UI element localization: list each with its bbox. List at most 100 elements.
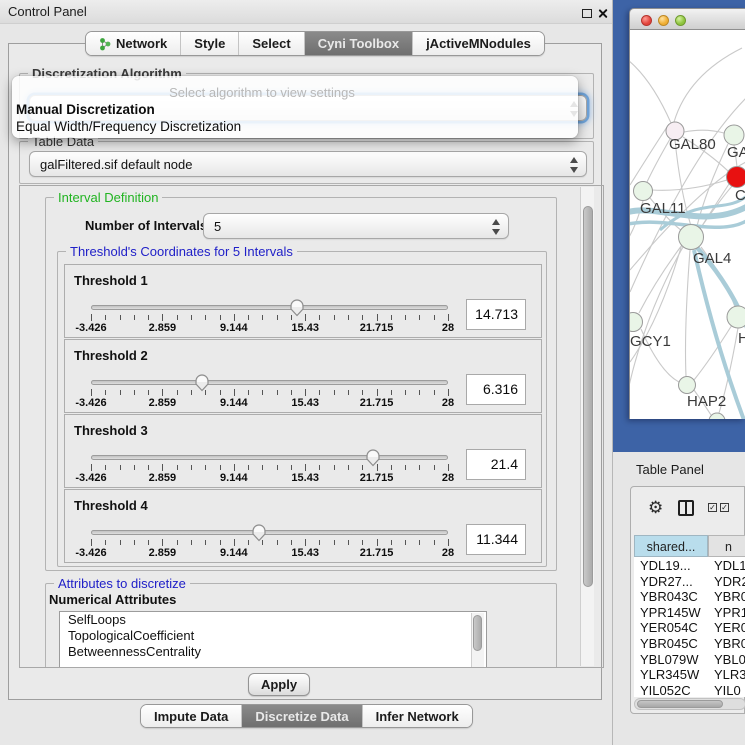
dropdown-option-manual-discretization[interactable]: Manual Discretization — [15, 102, 575, 117]
network-node-c[interactable] — [727, 167, 745, 188]
slider-track[interactable] — [91, 305, 448, 310]
network-edge[interactable] — [652, 180, 727, 190]
table-horizontal-scrollbar[interactable] — [634, 698, 745, 710]
close-icon[interactable] — [597, 8, 608, 19]
slider-tick — [305, 389, 306, 396]
table-row[interactable]: YDR27...YDR2 — [634, 574, 745, 590]
slider-tick — [419, 390, 420, 395]
checkbox-icon[interactable]: ✓ — [720, 503, 729, 512]
node-label: GAL — [727, 144, 745, 161]
slider-tick — [405, 390, 406, 395]
slider-tick — [377, 539, 378, 546]
network-node-gcy1[interactable] — [630, 313, 643, 332]
threshold-value-field[interactable]: 6.316 — [466, 374, 526, 405]
zoom-traffic-light-icon[interactable] — [675, 15, 686, 26]
table-row[interactable]: YBL079WYBL0 — [634, 652, 745, 668]
number-of-intervals-combo[interactable]: 5 — [203, 213, 509, 239]
network-edge[interactable] — [630, 60, 671, 123]
split-columns-icon[interactable] — [678, 500, 694, 516]
slider-track[interactable] — [91, 380, 448, 385]
network-node-gal[interactable] — [724, 125, 744, 145]
tab-label: Network — [116, 36, 167, 51]
slider-thumb[interactable] — [365, 448, 381, 467]
main-scrollbar-thumb[interactable] — [583, 206, 593, 587]
network-edge[interactable] — [639, 245, 682, 313]
slider-tick — [91, 464, 92, 471]
slider-tick-label: 21.715 — [360, 322, 394, 334]
tab-style[interactable]: Style — [181, 32, 239, 55]
network-node-h[interactable] — [727, 306, 745, 328]
main-scrollbar[interactable] — [580, 187, 594, 666]
network-edge[interactable] — [630, 127, 667, 185]
float-window-icon[interactable] — [582, 9, 592, 18]
attribute-list-item[interactable]: BetweennessCentrality — [60, 644, 486, 660]
slider-thumb[interactable] — [251, 523, 267, 542]
table-data-combo[interactable]: galFiltered.sif default node — [29, 151, 587, 177]
network-window-titlebar[interactable] — [629, 8, 745, 30]
tab-jactivemnodules[interactable]: jActiveMNodules — [413, 32, 544, 55]
attribute-list-item[interactable]: SelfLoops — [60, 612, 486, 628]
slider-tick — [134, 465, 135, 470]
slider-tick — [220, 540, 221, 545]
slider-tick — [91, 314, 92, 321]
table-row[interactable]: YBR045CYBR0 — [634, 636, 745, 652]
attribute-list-item[interactable]: TopologicalCoefficient — [60, 628, 486, 644]
network-canvas[interactable]: GAL80GALCGAL11GAL4GCY1HHAP2 — [629, 30, 745, 419]
slider-thumb[interactable] — [194, 373, 210, 392]
network-edge[interactable] — [674, 48, 742, 122]
network-node-hap2[interactable] — [679, 377, 696, 394]
close-traffic-light-icon[interactable] — [641, 15, 652, 26]
network-node-gal11[interactable] — [634, 182, 653, 201]
cell-shared-name: YPR145W — [634, 605, 708, 620]
network-node[interactable] — [709, 413, 725, 419]
list-scrollbar[interactable] — [471, 613, 484, 667]
slider-track[interactable] — [91, 530, 448, 535]
tab-impute-data[interactable]: Impute Data — [141, 705, 242, 727]
settings-gear-icon[interactable]: ⚙ — [648, 499, 663, 516]
threshold-label: Threshold 1 — [74, 273, 148, 288]
tab-network[interactable]: Network — [86, 32, 181, 55]
tab-cyni-toolbox[interactable]: Cyni Toolbox — [305, 32, 413, 55]
slider-tick-label: 21.715 — [360, 547, 394, 559]
network-edge[interactable] — [647, 139, 670, 182]
threshold-value-field[interactable]: 14.713 — [466, 299, 526, 330]
slider-thumb[interactable] — [289, 298, 305, 317]
slider-tick-label: 15.43 — [291, 547, 319, 559]
table-row[interactable]: YPR145WYPR1 — [634, 605, 745, 621]
tab-select[interactable]: Select — [239, 32, 304, 55]
cell-shared-name: YLR345W — [634, 667, 708, 682]
column-header-name[interactable]: n — [708, 535, 745, 557]
slider-tick — [305, 314, 306, 321]
slider-track[interactable] — [91, 455, 448, 460]
slider-tick — [334, 465, 335, 470]
tab-discretize-data[interactable]: Discretize Data — [242, 705, 362, 727]
slider-tick — [191, 465, 192, 470]
threshold-value-field[interactable]: 21.4 — [466, 449, 526, 480]
table-row[interactable]: YLR345WYLR3 — [634, 667, 745, 683]
slider-tick-label: 21.715 — [360, 397, 394, 409]
slider-tick — [234, 539, 235, 546]
list-scrollbar-thumb[interactable] — [473, 615, 482, 651]
minimize-traffic-light-icon[interactable] — [658, 15, 669, 26]
thresholds-group: Threshold's Coordinates for 5 Intervals … — [57, 251, 547, 567]
column-header-shared-name[interactable]: shared... — [634, 535, 708, 557]
network-node-gal4[interactable] — [679, 225, 704, 250]
table-hscrollbar-thumb[interactable] — [637, 700, 723, 708]
checkbox-icon[interactable]: ✓ — [708, 503, 717, 512]
threshold-value-field[interactable]: 11.344 — [466, 524, 526, 555]
cell-shared-name: YBR045C — [634, 636, 708, 651]
table-row[interactable]: YDL19...YDL1 — [634, 558, 745, 574]
table-row[interactable]: YIL052CYIL0 — [634, 683, 745, 697]
tab-infer-network[interactable]: Infer Network — [363, 705, 472, 727]
combo-stepper-icon — [492, 218, 501, 236]
apply-button[interactable]: Apply — [248, 673, 310, 696]
slider-tick — [377, 389, 378, 396]
slider-tick — [148, 390, 149, 395]
table-row[interactable]: YBR043CYBR0 — [634, 589, 745, 605]
bottom-tabs: Impute DataDiscretize DataInfer Network — [140, 704, 473, 728]
numerical-attributes-list[interactable]: SelfLoopsTopologicalCoefficientBetweenne… — [59, 611, 487, 667]
dropdown-option-equal-width-frequency[interactable]: Equal Width/Frequency Discretization — [15, 119, 575, 134]
network-edge[interactable] — [686, 250, 691, 376]
table-row[interactable]: YER054CYER0 — [634, 620, 745, 636]
slider-tick — [277, 540, 278, 545]
